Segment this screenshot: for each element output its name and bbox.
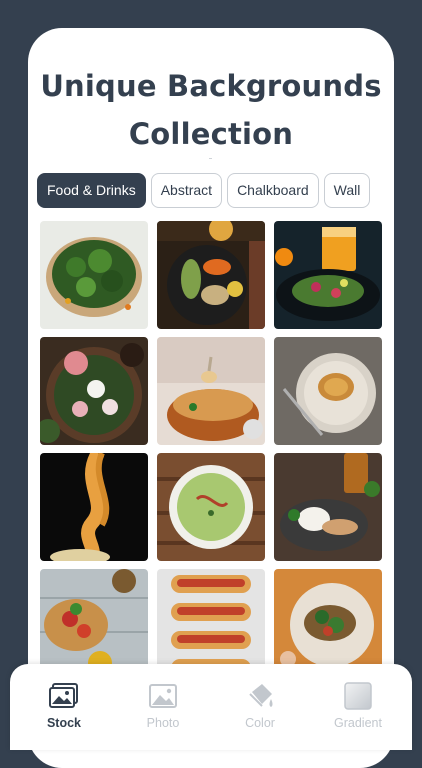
chip-wall[interactable]: Wall [323,173,371,208]
tab-stock[interactable]: Stock [14,664,114,750]
spaghetti-fork-photo[interactable] [40,453,148,561]
tab-photo[interactable]: Photo [113,664,213,750]
chip-chalkboard[interactable]: Chalkboard [227,173,319,208]
category-chips: Food & Drinks Abstract Chalkboard Wall [37,173,394,208]
chip-abstract[interactable]: Abstract [150,173,223,208]
salad-juice-photo[interactable] [274,221,382,329]
paint-bucket-icon [249,684,273,707]
buddha-bowl-photo[interactable] [157,221,265,329]
photo-icon [149,684,177,708]
tab-stock-label: Stock [46,716,82,730]
green-soup-photo[interactable] [157,453,265,561]
photo-stack-icon [49,683,78,708]
gradient-square-icon [344,682,372,710]
fried-cutlet-photo[interactable] [274,337,382,445]
rice-plate-photo[interactable] [274,453,382,561]
tab-gradient[interactable]: Gradient [308,664,408,750]
noodle-soup-photo[interactable] [157,337,265,445]
radish-salad-photo[interactable] [40,337,148,445]
title-line-2: Collection [128,117,294,151]
title-line-1: Unique Backgrounds [40,69,382,103]
divider [209,158,212,159]
tab-gradient-label: Gradient [334,716,382,730]
tab-color-label: Color [245,716,275,730]
tab-color[interactable]: Color [210,664,310,750]
page-title: Unique Backgrounds Collection [28,62,394,158]
bottom-tab-bar: Stock Photo Color Gradient [10,664,412,750]
spinach-quiche-photo[interactable] [40,221,148,329]
bruschetta-photo[interactable] [40,569,148,677]
toast-greens-photo[interactable] [274,569,382,677]
app-screen: Unique Backgrounds Collection Food & Dri… [28,28,394,768]
chip-food-drinks[interactable]: Food & Drinks [37,173,146,208]
tab-photo-label: Photo [146,716,180,730]
hot-dogs-photo[interactable] [157,569,265,677]
